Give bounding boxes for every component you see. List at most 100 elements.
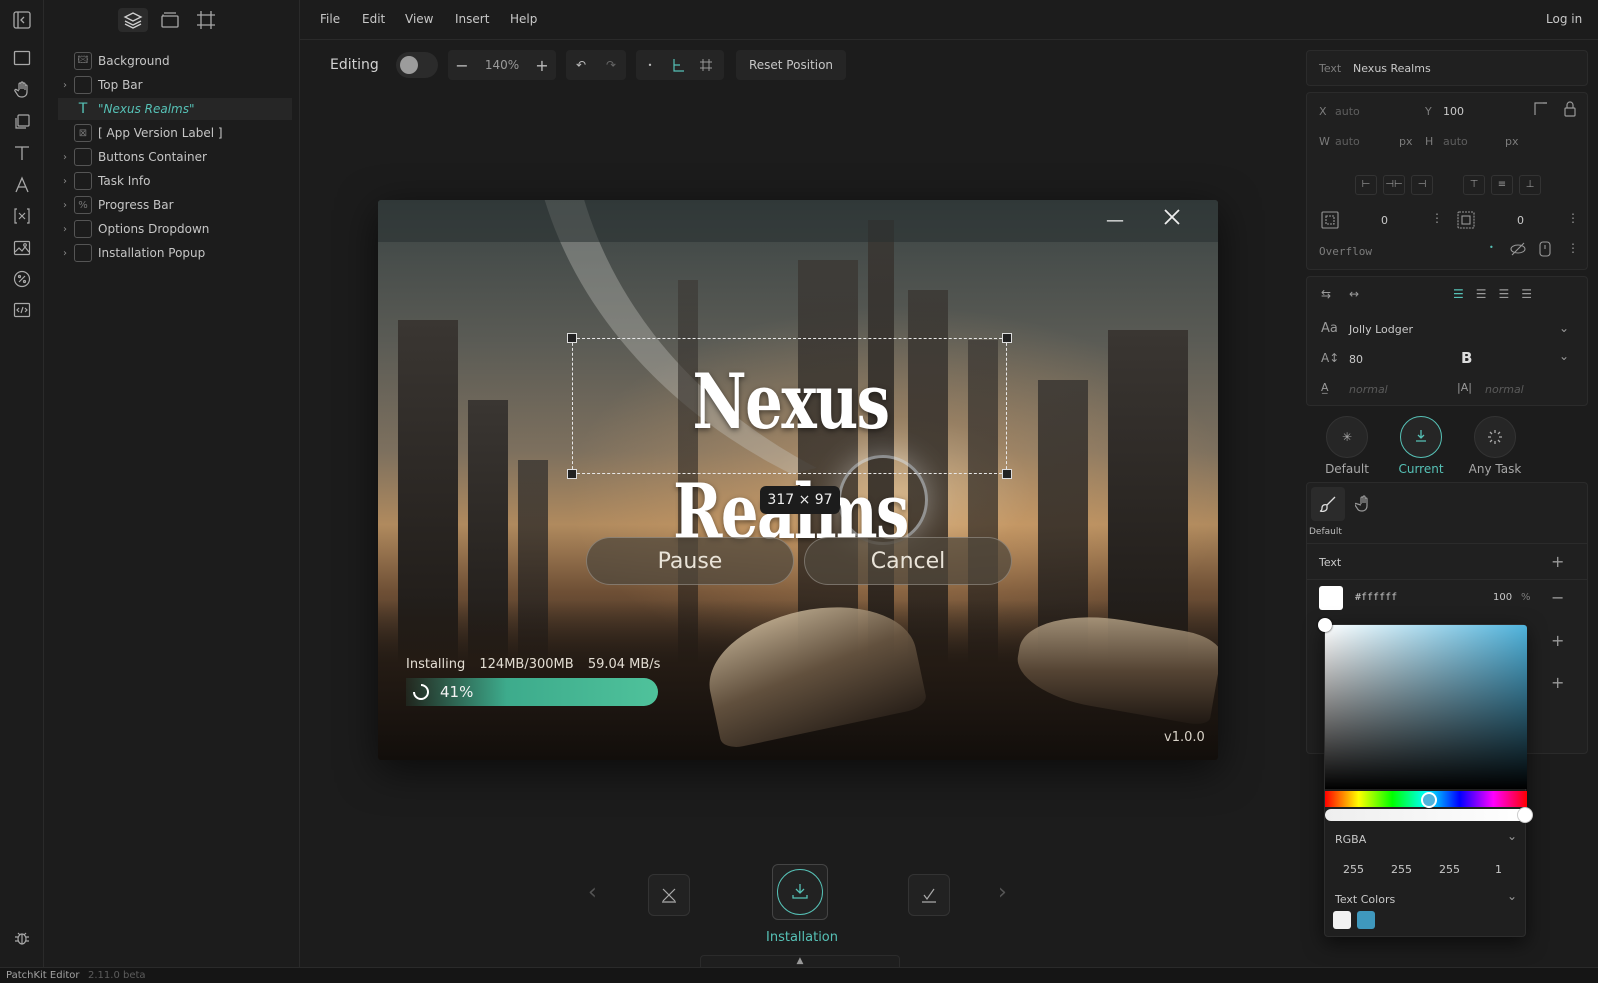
chevron-down-icon[interactable]: ⌄: [1559, 321, 1569, 335]
layer-item[interactable]: T "Nexus Realms": [58, 98, 292, 120]
frame-tab-icon[interactable]: [194, 8, 218, 32]
overflow-hidden-icon[interactable]: [1509, 241, 1527, 257]
color-swatch[interactable]: [1357, 911, 1375, 929]
pause-button[interactable]: Pause: [586, 537, 794, 585]
h-field[interactable]: auto: [1443, 135, 1468, 148]
state-any-task-icon[interactable]: [1474, 416, 1516, 458]
redo-icon[interactable]: ↷: [596, 58, 626, 72]
brush-icon[interactable]: [1311, 487, 1345, 521]
fill-opacity-field[interactable]: 100: [1493, 592, 1512, 603]
blue-field[interactable]: 255: [1439, 863, 1460, 876]
progress-tool-icon[interactable]: [10, 267, 34, 291]
editing-toggle[interactable]: [396, 52, 438, 78]
red-field[interactable]: 255: [1343, 863, 1364, 876]
reset-position-button[interactable]: Reset Position: [736, 50, 846, 80]
layer-item[interactable]: ›% Progress Bar: [58, 194, 292, 216]
more-icon[interactable]: ⋮: [1431, 211, 1443, 225]
alpha-field[interactable]: 1: [1495, 863, 1502, 876]
bug-icon[interactable]: [10, 926, 34, 950]
font-tool-icon[interactable]: [10, 173, 34, 197]
align-middle-icon[interactable]: ≡: [1491, 175, 1513, 195]
chevron-right-icon[interactable]: ›: [58, 176, 72, 187]
menu-view[interactable]: View: [405, 12, 433, 26]
w-field[interactable]: auto: [1335, 135, 1360, 148]
more-icon-3[interactable]: ⋮: [1567, 241, 1579, 255]
margin-value[interactable]: 0: [1381, 214, 1388, 227]
element-name-value[interactable]: Nexus Realms: [1353, 62, 1431, 75]
selection-box[interactable]: Nexus Realms: [567, 333, 1012, 556]
add-shadow-icon[interactable]: +: [1551, 631, 1564, 650]
hand-tool-icon[interactable]: [10, 78, 34, 102]
add-stroke-icon[interactable]: +: [1551, 673, 1564, 692]
color-swatch[interactable]: [1333, 911, 1351, 929]
alpha-handle[interactable]: [1517, 807, 1533, 823]
align-bottom-icon[interactable]: ⊥: [1519, 175, 1541, 195]
hue-handle[interactable]: [1421, 792, 1437, 808]
state-default-icon[interactable]: ✳: [1326, 416, 1368, 458]
duplicate-icon[interactable]: [10, 110, 34, 134]
align-left-icon[interactable]: ⊢: [1355, 175, 1377, 195]
prev-step-icon[interactable]: ‹: [588, 880, 597, 905]
chevron-right-icon[interactable]: ›: [58, 224, 72, 235]
align-top-icon[interactable]: ⊤: [1463, 175, 1485, 195]
rectangle-tool-icon[interactable]: [10, 46, 34, 70]
align-right-icon[interactable]: ⊣: [1411, 175, 1433, 195]
h-unit[interactable]: px: [1505, 135, 1519, 148]
next-step-icon[interactable]: ›: [998, 880, 1007, 905]
color-mode-select[interactable]: RGBA: [1335, 833, 1366, 846]
menu-edit[interactable]: Edit: [362, 12, 385, 26]
font-weight-chevron-icon[interactable]: ⌄: [1559, 349, 1569, 363]
overflow-scroll-icon[interactable]: [1539, 241, 1551, 257]
text-align-right-icon[interactable]: ☰: [1499, 287, 1510, 301]
add-fill-icon[interactable]: +: [1551, 552, 1564, 571]
w-unit[interactable]: px: [1399, 135, 1413, 148]
alpha-slider[interactable]: [1325, 809, 1527, 821]
zoom-out-button[interactable]: −: [448, 56, 476, 75]
snap-edges-icon[interactable]: [664, 58, 692, 72]
chevron-right-icon[interactable]: ›: [58, 248, 72, 259]
cancel-button[interactable]: Cancel: [804, 537, 1012, 585]
text-colors-chevron-icon[interactable]: ⌄: [1507, 889, 1517, 903]
text-tool-icon[interactable]: [10, 141, 34, 165]
no-wrap-icon[interactable]: ↔: [1349, 287, 1359, 301]
grid-icon[interactable]: [692, 58, 720, 72]
text-align-justify-icon[interactable]: ☰: [1521, 287, 1532, 301]
undo-icon[interactable]: ↶: [566, 58, 596, 72]
y-field[interactable]: 100: [1443, 105, 1464, 118]
layer-item[interactable]: ⊠ [ App Version Label ]: [58, 122, 292, 144]
sv-handle[interactable]: [1318, 618, 1332, 632]
padding-value[interactable]: 0: [1517, 214, 1524, 227]
state-current-icon[interactable]: [1400, 416, 1442, 458]
align-center-icon[interactable]: ⊣⊢: [1383, 175, 1405, 195]
chevron-right-icon[interactable]: ›: [58, 152, 72, 163]
step-uninstall[interactable]: [648, 874, 690, 916]
layers-tab-icon[interactable]: [118, 8, 148, 32]
more-icon-2[interactable]: ⋮: [1567, 211, 1579, 225]
login-link[interactable]: Log in: [1546, 12, 1582, 26]
saturation-value-area[interactable]: [1325, 625, 1527, 789]
letter-spacing-field[interactable]: normal: [1485, 383, 1524, 396]
corner-anchor-icon[interactable]: [1533, 101, 1549, 117]
game-title[interactable]: Nexus Realms: [621, 347, 960, 567]
step-installation[interactable]: [772, 864, 828, 920]
menu-help[interactable]: Help: [510, 12, 537, 26]
minimize-icon[interactable]: —: [1106, 210, 1124, 231]
text-colors-label[interactable]: Text Colors: [1335, 893, 1395, 906]
assets-tab-icon[interactable]: [158, 8, 182, 32]
chevron-right-icon[interactable]: ›: [58, 200, 72, 211]
fill-color-swatch[interactable]: [1319, 586, 1343, 610]
layer-item[interactable]: › Task Info: [58, 170, 292, 192]
font-family-select[interactable]: Jolly Lodger: [1349, 323, 1413, 336]
font-size-field[interactable]: 80: [1349, 353, 1363, 366]
hover-state-icon[interactable]: [1355, 495, 1373, 513]
layer-item[interactable]: › Top Bar: [58, 74, 292, 96]
variable-tool-icon[interactable]: [10, 204, 34, 228]
lock-icon[interactable]: [1563, 101, 1577, 117]
zoom-level[interactable]: 140%: [476, 58, 528, 72]
menu-insert[interactable]: Insert: [455, 12, 489, 26]
expand-bottom-panel-icon[interactable]: ▲: [700, 955, 900, 967]
code-tool-icon[interactable]: [10, 298, 34, 322]
text-align-left-icon[interactable]: ☰: [1453, 287, 1464, 301]
text-align-center-icon[interactable]: ☰: [1476, 287, 1487, 301]
chevron-right-icon[interactable]: ›: [58, 80, 72, 91]
